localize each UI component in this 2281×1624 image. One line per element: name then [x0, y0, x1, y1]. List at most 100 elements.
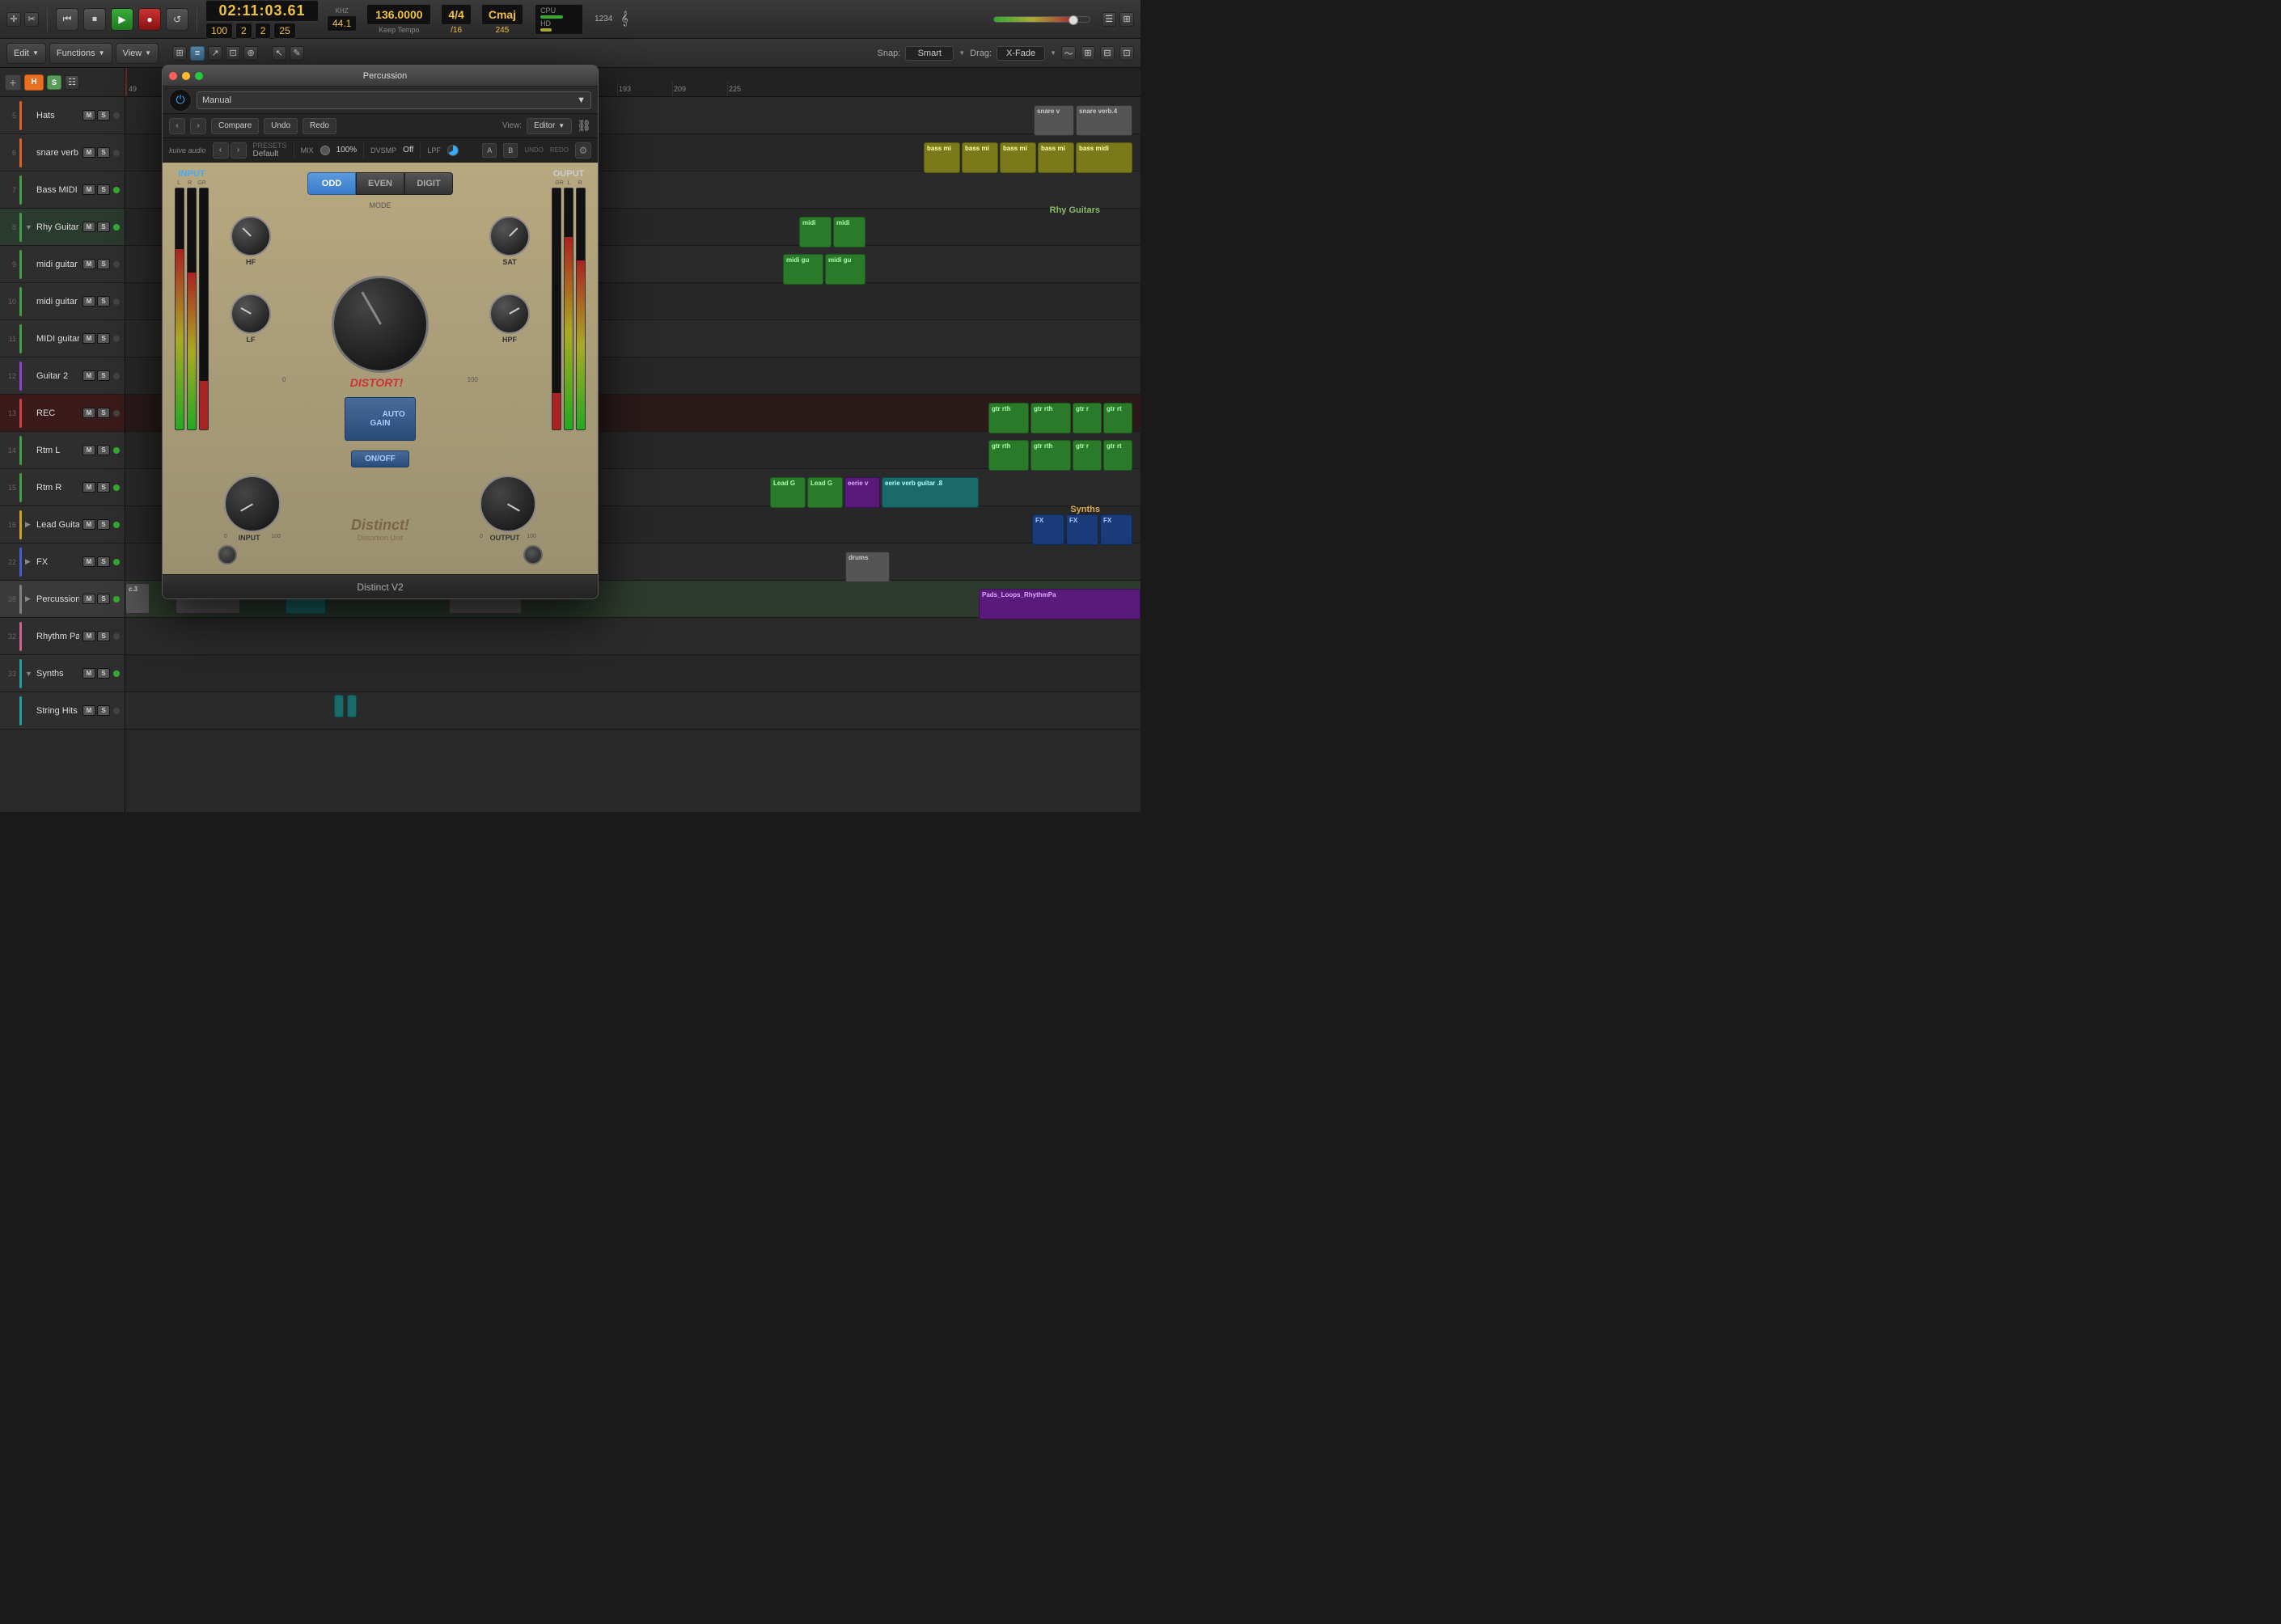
solo-button[interactable]: S [97, 184, 110, 195]
mute-button[interactable]: M [83, 482, 95, 493]
edit-menu[interactable]: Edit ▼ [6, 43, 46, 64]
midi-icon[interactable]: ⊞ [1119, 12, 1134, 27]
list-view-icon[interactable]: ≡ [190, 46, 205, 61]
edit-mode-icon[interactable]: ↗ [208, 46, 222, 61]
minimize-button[interactable] [182, 72, 190, 80]
track-row[interactable]: 6 snare verb M S [0, 134, 125, 171]
track-expand[interactable]: ▼ [25, 223, 33, 231]
scissors-tool-icon[interactable]: ✂ [24, 12, 39, 27]
rewind-button[interactable]: ⏮ [56, 8, 78, 31]
track-row[interactable]: 8 ▼ Rhy Guitars M S [0, 209, 125, 246]
close-button[interactable] [169, 72, 177, 80]
maximize-button[interactable] [195, 72, 203, 80]
mix-knob[interactable] [320, 146, 330, 155]
solo-button[interactable]: S [97, 668, 110, 679]
zoom-out-icon[interactable]: ⊟ [1100, 46, 1115, 61]
mute-button[interactable]: M [83, 556, 95, 567]
solo-button[interactable]: S [97, 556, 110, 567]
midi-track-button[interactable]: S [47, 75, 61, 90]
preset-dropdown[interactable]: Manual ▼ [197, 91, 591, 109]
track-expand[interactable]: ▶ [25, 520, 33, 529]
mute-button[interactable]: M [83, 705, 95, 716]
b-button[interactable]: B [503, 143, 518, 158]
zoom-in-icon[interactable]: ⊞ [1081, 46, 1095, 61]
track-row[interactable]: 12 Guitar 2 M S [0, 357, 125, 395]
solo-button[interactable]: S [97, 110, 110, 121]
input-knob[interactable] [224, 476, 281, 532]
track-row[interactable]: 10 midi guitar wav M S [0, 283, 125, 320]
marquee-icon[interactable]: ⊕ [243, 46, 258, 61]
master-volume-control[interactable] [993, 16, 1090, 23]
mute-button[interactable]: M [83, 222, 95, 232]
track-expand[interactable]: ▼ [25, 670, 33, 678]
mute-button[interactable]: M [83, 110, 95, 121]
move-tool-icon[interactable]: ✛ [6, 12, 21, 27]
even-mode-button[interactable]: EVEN [356, 172, 404, 195]
record-button[interactable]: ● [138, 8, 161, 31]
mute-button[interactable]: M [83, 184, 95, 195]
mute-button[interactable]: M [83, 445, 95, 455]
track-expand[interactable]: ▶ [25, 594, 33, 603]
track-row[interactable]: 22 ▶ FX M S [0, 543, 125, 581]
hf-knob[interactable] [231, 216, 271, 256]
lf-knob[interactable] [231, 294, 271, 334]
solo-button[interactable]: S [97, 222, 110, 232]
track-row[interactable]: 11 MIDI guitar lofi M S [0, 320, 125, 357]
odd-mode-button[interactable]: ODD [307, 172, 356, 195]
track-row[interactable]: 33 ▼ Synths M S [0, 655, 125, 692]
list-icon[interactable]: ☰ [1102, 12, 1116, 27]
track-row[interactable]: 32 Rhythm Pad M S [0, 618, 125, 655]
solo-button[interactable]: S [97, 482, 110, 493]
view-menu[interactable]: View ▼ [116, 43, 159, 64]
add-track-button[interactable]: + [5, 74, 21, 91]
track-row[interactable]: 9 midi guitar / M S [0, 246, 125, 283]
solo-button[interactable]: S [97, 259, 110, 269]
stop-button[interactable]: ⏹ [83, 8, 106, 31]
fit-icon[interactable]: ⊡ [1119, 46, 1134, 61]
settings-button[interactable]: ⚙ [575, 142, 591, 159]
mute-button[interactable]: M [83, 259, 95, 269]
next-preset-button[interactable]: › [190, 118, 206, 134]
mute-button[interactable]: M [83, 668, 95, 679]
undo-button[interactable]: Undo [264, 118, 298, 134]
solo-button[interactable]: S [97, 147, 110, 158]
waveform-icon[interactable]: 〜 [1061, 46, 1076, 61]
play-button[interactable]: ▶ [111, 8, 133, 31]
clip[interactable] [334, 695, 344, 717]
track-row[interactable]: 15 Rtm R M S [0, 469, 125, 506]
chain-icon[interactable]: ⛓ [577, 119, 591, 133]
track-list-button[interactable]: ☷ [65, 75, 79, 90]
track-row[interactable]: 14 Rtm L M S [0, 432, 125, 469]
pointer-icon[interactable]: ↖ [272, 46, 286, 61]
prev-button[interactable]: ‹ [213, 142, 229, 159]
solo-button[interactable]: S [97, 408, 110, 418]
grid-icon[interactable]: ⊞ [172, 46, 187, 61]
cycle-button[interactable]: ↺ [166, 8, 188, 31]
editor-button[interactable]: Editor ▼ [527, 118, 572, 134]
redo-button[interactable]: Redo [303, 118, 336, 134]
mute-button[interactable]: M [83, 631, 95, 641]
solo-button[interactable]: S [97, 519, 110, 530]
audio-track-button[interactable]: H [24, 74, 44, 91]
mute-button[interactable]: M [83, 147, 95, 158]
snap-value[interactable]: Smart [905, 46, 954, 61]
tuner-icon[interactable]: 𝄞 [620, 12, 628, 27]
meter-display[interactable]: 4/4 [441, 4, 471, 25]
group-icon[interactable]: ⊡ [226, 46, 240, 61]
solo-button[interactable]: S [97, 445, 110, 455]
solo-button[interactable]: S [97, 631, 110, 641]
power-button[interactable]: ⏻ [169, 89, 192, 112]
digit-mode-button[interactable]: DIGIT [404, 172, 453, 195]
mute-button[interactable]: M [83, 370, 95, 381]
solo-button[interactable]: S [97, 594, 110, 604]
lpf-knob[interactable] [447, 145, 459, 156]
track-row[interactable]: String Hits M S [0, 692, 125, 730]
track-row[interactable]: 7 Bass MIDI M S [0, 171, 125, 209]
solo-button[interactable]: S [97, 296, 110, 307]
a-button[interactable]: A [482, 143, 497, 158]
clip[interactable]: c.3 [125, 583, 150, 614]
pencil-icon[interactable]: ✎ [290, 46, 304, 61]
track-row[interactable]: 16 ▶ Lead Guitars M S [0, 506, 125, 543]
key-display[interactable]: Cmaj [481, 4, 523, 25]
next-button[interactable]: › [231, 142, 247, 159]
